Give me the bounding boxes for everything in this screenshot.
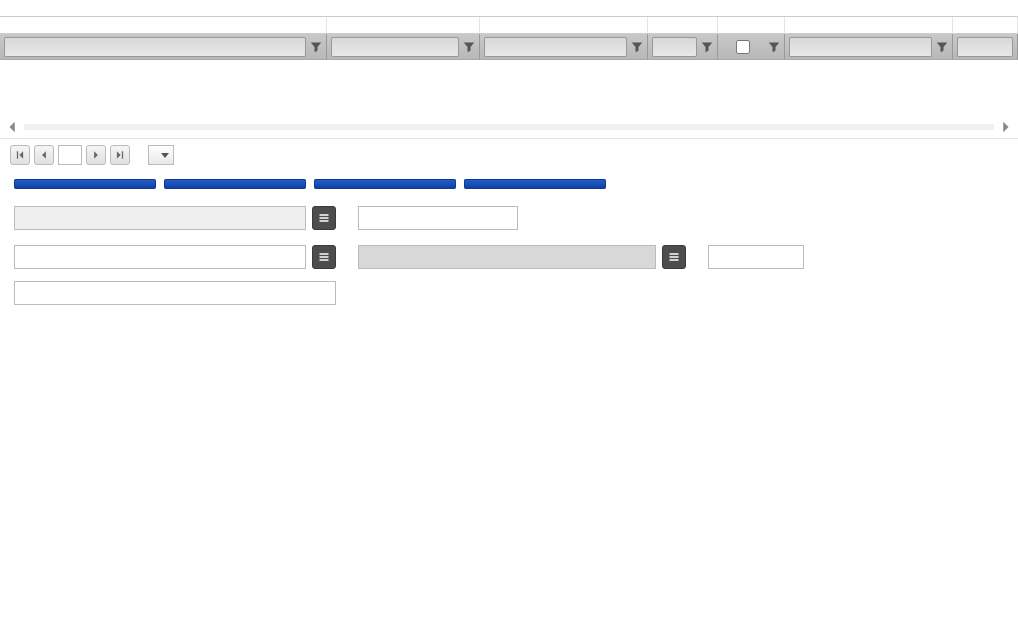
poradi-input[interactable] [358, 206, 518, 230]
signatar-input[interactable] [14, 245, 306, 269]
pager-first-btn[interactable] [10, 145, 30, 165]
section-title [0, 0, 1018, 16]
funnel-icon[interactable] [463, 41, 475, 53]
filter-zmocnenec[interactable] [789, 37, 932, 57]
zmocnenec-input [358, 245, 656, 269]
col-jmeno-nereg[interactable] [480, 17, 648, 34]
funnel-icon[interactable] [310, 41, 322, 53]
col-datum-nar[interactable] [648, 17, 718, 34]
pager-prev-btn[interactable] [34, 145, 54, 165]
pager-page-input[interactable] [58, 145, 82, 165]
filter-uloha[interactable] [4, 37, 306, 57]
cancel-button[interactable] [464, 179, 606, 189]
col-zmocnenec[interactable] [785, 17, 953, 34]
signatar-extra-input[interactable] [14, 281, 336, 305]
horizontal-scrollbar [0, 120, 1018, 138]
zmocnenec-picker-button[interactable] [662, 245, 686, 269]
col-podepisuje[interactable] [718, 17, 785, 34]
funnel-icon[interactable] [768, 41, 780, 53]
filter-jmeno-nereg[interactable] [484, 37, 627, 57]
save-button[interactable] [314, 179, 456, 189]
per-page-select[interactable] [148, 145, 174, 165]
scroll-left-icon[interactable] [6, 120, 20, 134]
filter-signatar[interactable] [331, 37, 459, 57]
new-record-button[interactable] [14, 179, 156, 189]
scroll-track[interactable] [24, 124, 994, 130]
detail-form [0, 197, 1018, 333]
col-poradi[interactable] [953, 17, 1018, 34]
action-bar [0, 171, 1018, 197]
filter-poradi[interactable] [957, 37, 1013, 57]
col-signatar[interactable] [327, 17, 480, 34]
uloha-picker-button[interactable] [312, 206, 336, 230]
funnel-icon[interactable] [936, 41, 948, 53]
pager-last-btn[interactable] [110, 145, 130, 165]
platnost-input[interactable] [708, 245, 804, 269]
scroll-right-icon[interactable] [998, 120, 1012, 134]
signatar-picker-button[interactable] [312, 245, 336, 269]
funnel-icon[interactable] [701, 41, 713, 53]
delete-record-button[interactable] [164, 179, 306, 189]
pager-next-btn[interactable] [86, 145, 106, 165]
signatories-grid [0, 16, 1018, 60]
col-uloha[interactable] [0, 17, 327, 34]
filter-podepisuje-checkbox[interactable] [736, 40, 750, 54]
filter-datum-nar[interactable] [652, 37, 697, 57]
pager [0, 138, 1018, 171]
uloha-input [14, 206, 306, 230]
funnel-icon[interactable] [631, 41, 643, 53]
